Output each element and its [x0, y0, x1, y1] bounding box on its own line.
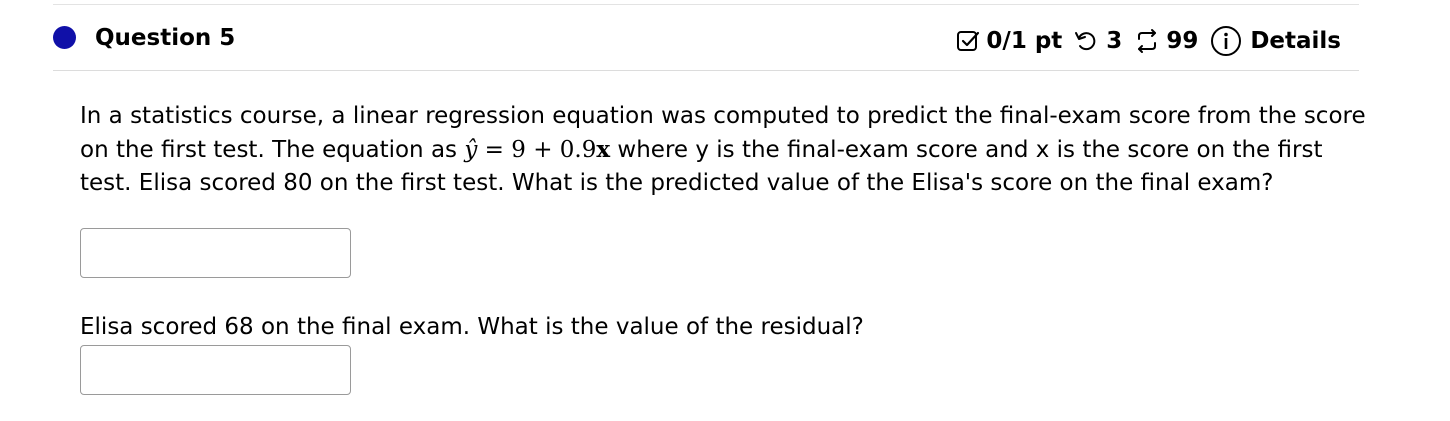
equation-intercept: 9 — [511, 137, 526, 163]
checkbox-icon — [956, 29, 980, 53]
score-text: 0/1 pt — [986, 28, 1063, 54]
details-link[interactable]: Details — [1250, 27, 1341, 55]
regression-equation: ŷ = 9 + 0.9x — [464, 136, 611, 163]
question-title: Question 5 — [95, 25, 236, 51]
submissions-count: 99 — [1166, 28, 1199, 54]
question-meta: 0/1 pt 3 99 Details — [956, 26, 1341, 56]
equation-equals: = — [484, 137, 504, 163]
equation-plus: + — [533, 137, 553, 163]
question-header: Question 5 0/1 pt 3 99 Details — [53, 20, 1359, 70]
answer-input-1[interactable] — [80, 228, 351, 278]
answer-input-2[interactable] — [80, 345, 351, 395]
header-divider — [53, 70, 1359, 71]
question-status-dot — [53, 26, 76, 49]
info-icon[interactable] — [1210, 25, 1242, 57]
equation-yhat: ŷ — [464, 137, 478, 163]
equation-x: x — [596, 136, 611, 163]
submissions-icon — [1134, 28, 1160, 54]
question-part2-text: Elisa scored 68 on the final exam. What … — [80, 314, 864, 340]
retries-count: 3 — [1106, 28, 1123, 54]
equation-slope: 0.9 — [559, 137, 597, 163]
retry-icon — [1074, 29, 1100, 53]
top-divider — [53, 4, 1359, 5]
question-text: In a statistics course, a linear regress… — [80, 100, 1370, 200]
